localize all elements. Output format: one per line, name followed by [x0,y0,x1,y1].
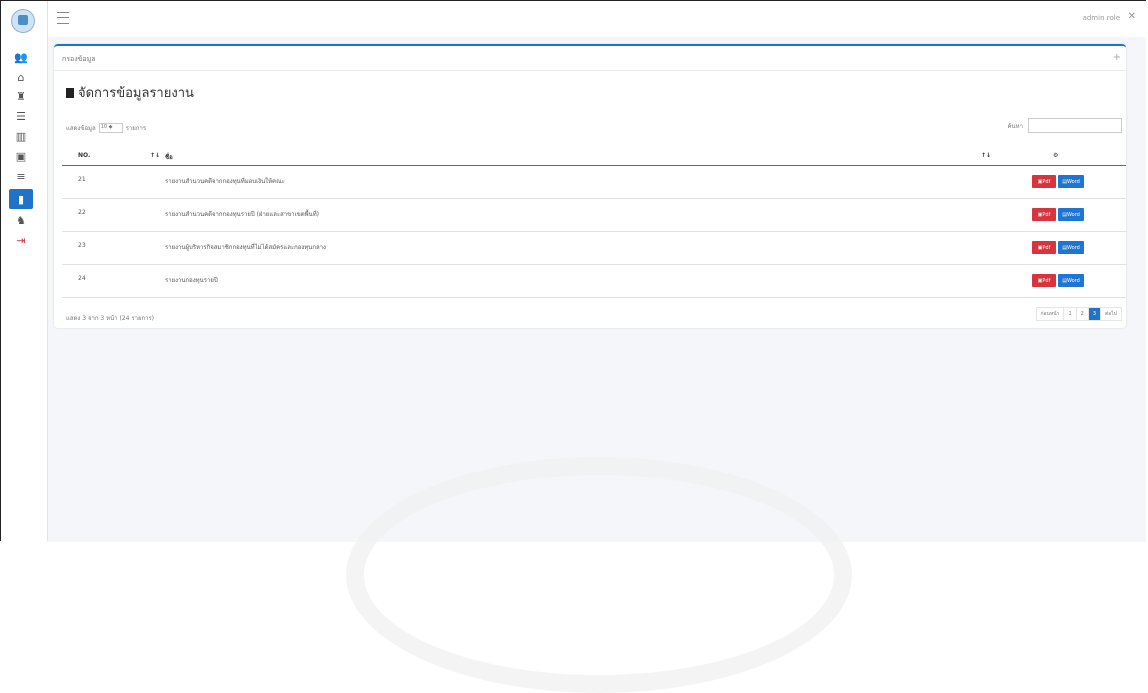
show-label: แสดงข้อมูล [66,125,96,132]
report-no: 24 [78,275,86,282]
page-1[interactable]: 1 [1064,308,1077,320]
word-label: Word [1066,211,1080,218]
table-row: 21 รายงานสำนวนคดีจากกองทุนที่มอบเงินให้ค… [62,166,1126,199]
sort-icon[interactable]: ↑↓ [981,152,991,159]
word-button[interactable]: ▤ Word [1058,208,1084,221]
pdf-label: Pdf [1042,277,1051,284]
page-size-select[interactable]: 10 ◆ [98,123,123,133]
page-title-text: จัดการข้อมูลรายงาน [78,86,194,101]
report-name: รายงานผู้บริหารกิจสมาชิกกองทุนที่ไม่ได้ส… [165,244,326,251]
pagination: ก่อนหน้า 1 2 3 ต่อไป [1035,307,1122,321]
person-icon[interactable]: ♜ [13,89,29,103]
report-name: รายงานสำนวนคดีจากกองทุนที่มอบเงินให้คณะ [165,178,285,185]
word-button[interactable]: ▤ Word [1058,241,1084,254]
main-content: กรองข้อมูล + จัดการข้อมูลรายงาน แสดงข้อม… [48,37,1146,693]
exit-icon[interactable]: ⇥ [13,233,29,247]
page-title: จัดการข้อมูลรายงาน [66,82,194,103]
word-button[interactable]: ▤ Word [1058,175,1084,188]
report-icon[interactable]: ▮ [9,189,33,209]
header-no[interactable]: NO. [78,152,90,159]
database-icon[interactable]: ☰ [13,109,29,123]
topbar: admin role ✕ [48,1,1146,38]
table-row: 22 รายงานสำนวนคดีจากกองทุนรายปี (ฝ่ายและ… [62,199,1126,232]
document-icon[interactable]: ▣ [13,149,29,163]
header-action-icon: ⚙ [1053,152,1059,159]
previous-page[interactable]: ก่อนหน้า [1037,308,1065,320]
action-buttons: ▣ Pdf ▤ Word [1032,175,1084,188]
table-info: แสดง 3 จาก 3 หน้า (24 รายการ) [66,315,155,322]
file-icon [66,87,74,98]
watermark-logo [346,457,852,693]
pdf-button[interactable]: ▣ Pdf [1032,208,1056,221]
page-size-control: แสดงข้อมูล 10 ◆ รายการ [66,123,146,133]
sidebar: 👥 ⌂ ♜ ☰ ▥ ▣ ≡ ▮ ♞ ⇥ [1,1,48,541]
list-icon[interactable]: ≡ [13,169,29,183]
action-buttons: ▣ Pdf ▤ Word [1032,208,1084,221]
word-label: Word [1066,277,1080,284]
home-icon[interactable]: ⌂ [13,70,29,84]
pdf-button[interactable]: ▣ Pdf [1032,274,1056,287]
report-no: 21 [78,176,86,183]
filter-header[interactable]: กรองข้อมูล + [54,46,1126,71]
filter-title: กรองข้อมูล [62,55,96,63]
word-button[interactable]: ▤ Word [1058,274,1084,287]
search-label: ค้นหา [1007,122,1023,130]
table-row: 24 รายงานกองทุนรายปี ▣ Pdf ▤ Word [62,265,1126,298]
report-name: รายงานกองทุนรายปี [165,277,218,284]
search-input[interactable] [1028,118,1122,133]
sort-icon[interactable]: ↑↓ [150,152,160,159]
page-2[interactable]: 2 [1077,308,1089,320]
building-icon[interactable]: ▥ [13,129,29,143]
pdf-label: Pdf [1042,211,1051,218]
admin-icon[interactable]: ♞ [13,213,29,227]
page-3[interactable]: 3 [1088,308,1102,320]
users-icon[interactable]: 👥 [13,50,29,64]
pdf-button[interactable]: ▣ Pdf [1032,241,1056,254]
search-control: ค้นหา [1008,118,1122,133]
word-label: Word [1066,178,1080,185]
report-name: รายงานสำนวนคดีจากกองทุนรายปี (ฝ่ายและสาข… [165,211,319,218]
pdf-label: Pdf [1042,178,1051,185]
table-header: NO. ↑↓ ชื่อ ↑↓ ⚙ [62,145,1126,166]
pdf-label: Pdf [1042,244,1051,251]
logo-icon [11,9,35,33]
collapse-icon[interactable]: + [1113,52,1121,63]
close-icon[interactable]: ✕ [1128,11,1136,22]
reports-table: NO. ↑↓ ชื่อ ↑↓ ⚙ 21 รายงานสำนวนคดีจากกอง… [62,145,1126,298]
next-page[interactable]: ต่อไป [1101,308,1121,320]
records-label: รายการ [125,125,147,132]
menu-icon[interactable] [57,12,69,24]
action-buttons: ▣ Pdf ▤ Word [1032,241,1084,254]
header-name[interactable]: ชื่อ [165,152,173,162]
report-no: 23 [78,242,86,249]
word-label: Word [1066,244,1080,251]
table-row: 23 รายงานผู้บริหารกิจสมาชิกกองทุนที่ไม่ไ… [62,232,1126,265]
report-card: กรองข้อมูล + จัดการข้อมูลรายงาน แสดงข้อม… [54,44,1126,328]
user-name[interactable]: admin role [1083,14,1120,22]
report-no: 22 [78,209,86,216]
action-buttons: ▣ Pdf ▤ Word [1032,274,1084,287]
pdf-button[interactable]: ▣ Pdf [1032,175,1056,188]
